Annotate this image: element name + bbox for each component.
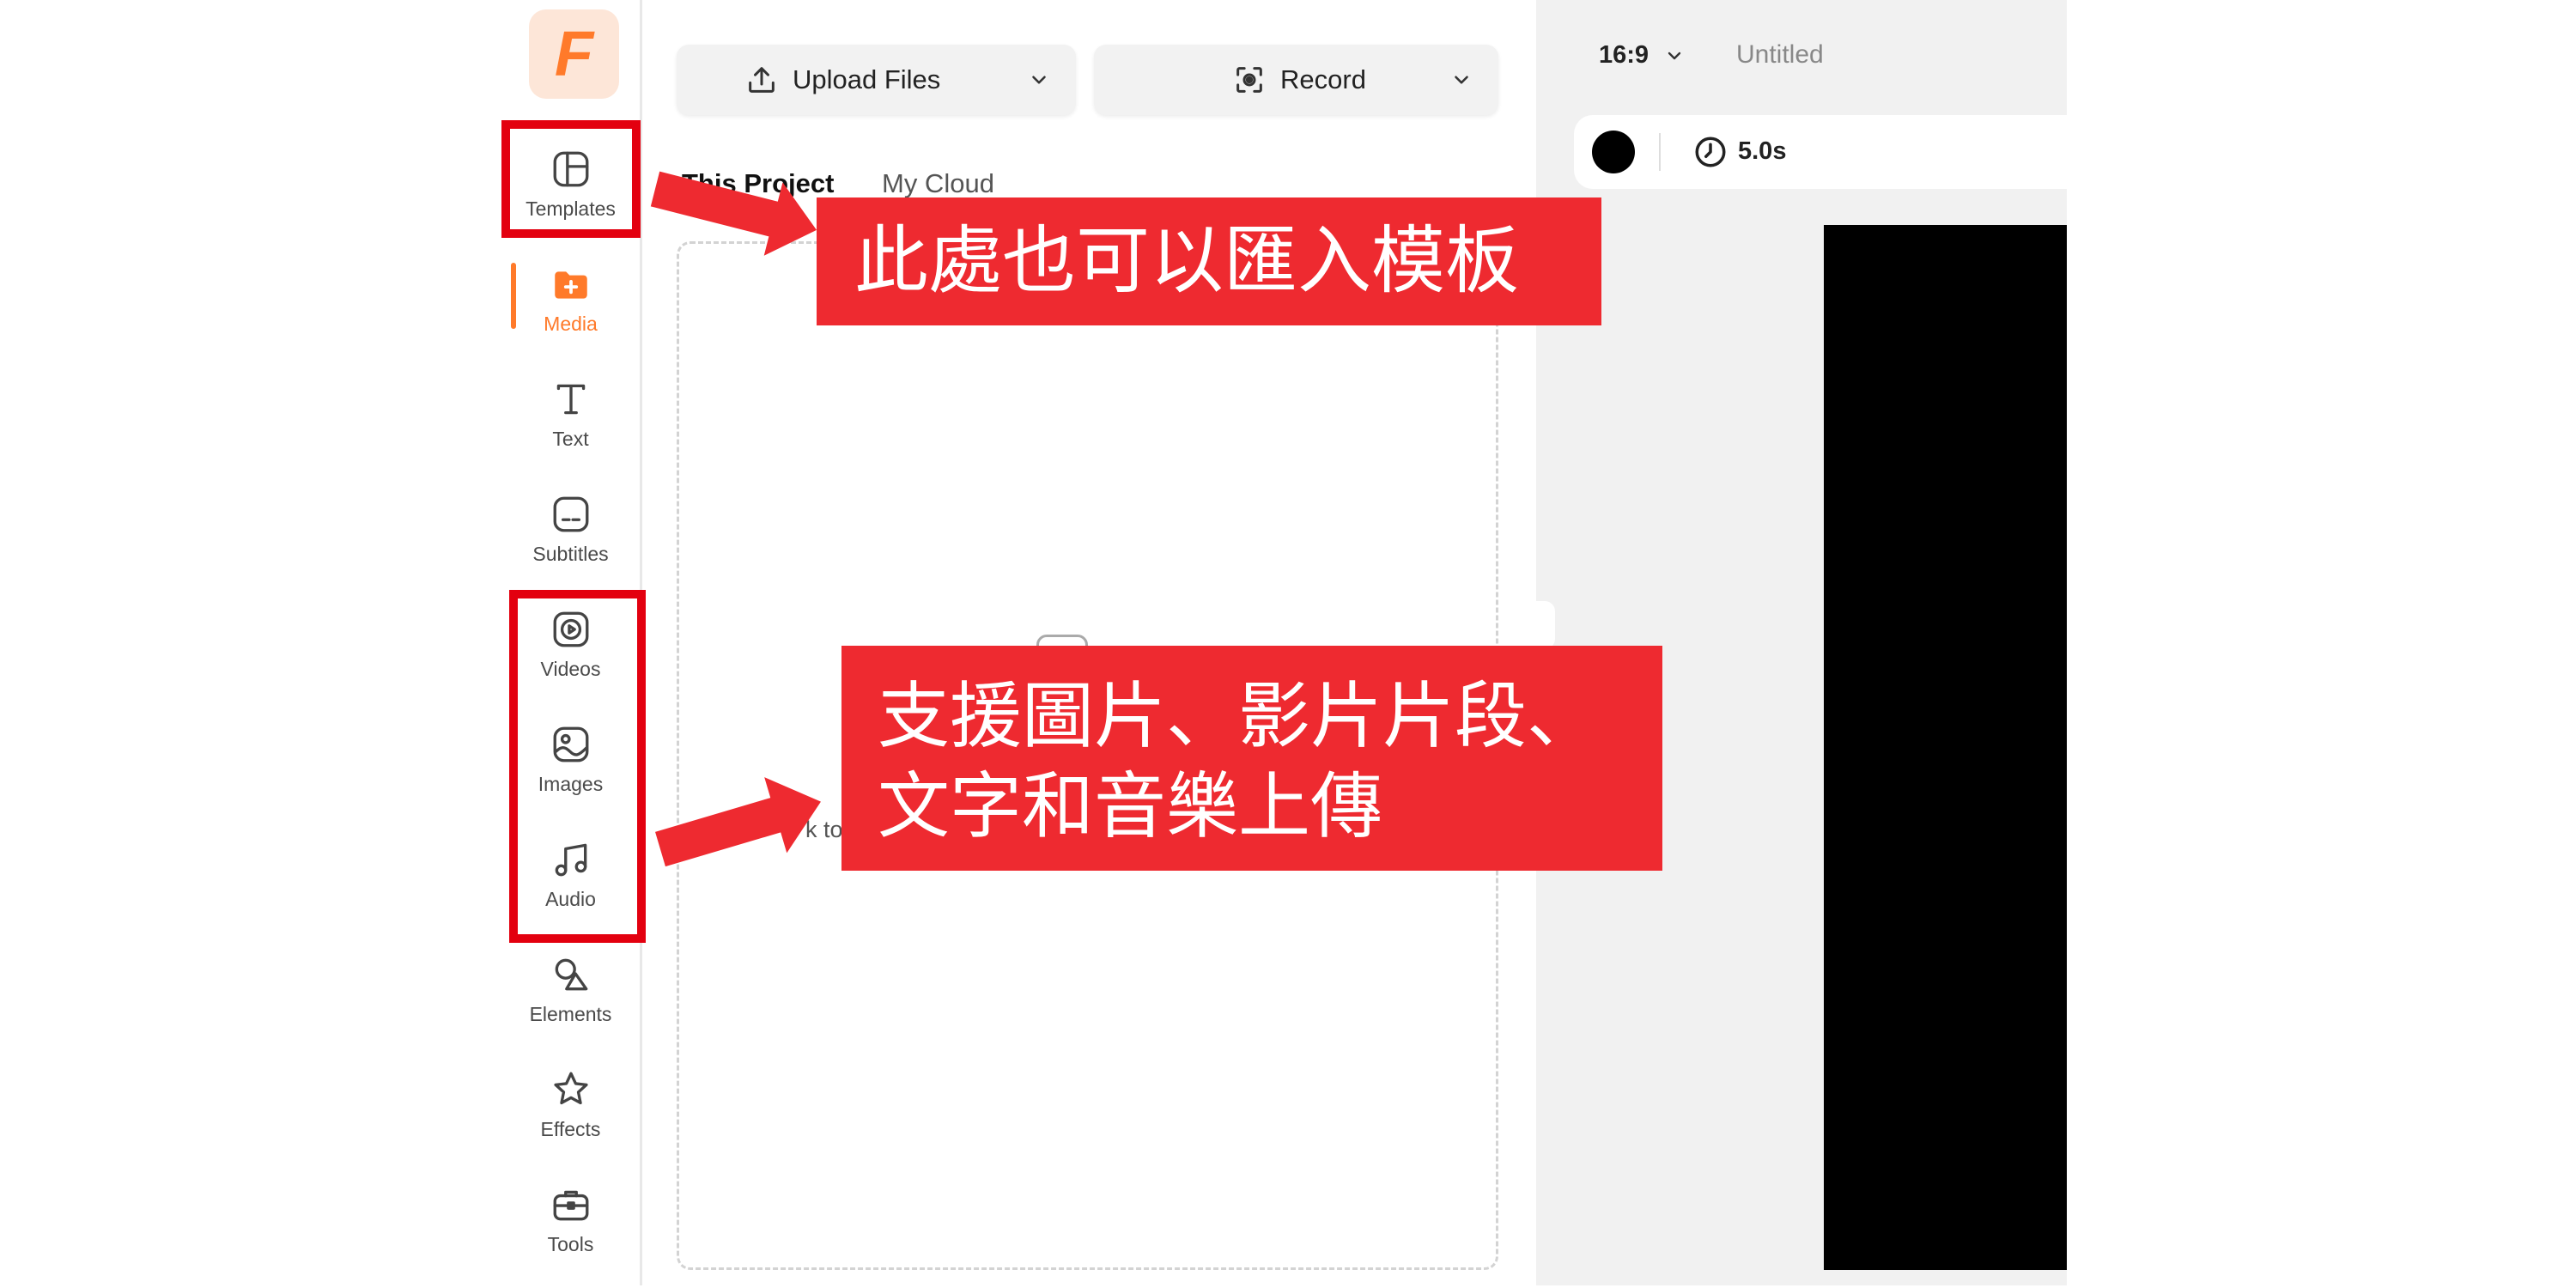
elements-icon xyxy=(555,958,587,991)
annotation-line: 文字和音樂上傳 xyxy=(878,764,1383,848)
project-title[interactable]: Untitled xyxy=(1736,40,1824,70)
media-folder-icon xyxy=(554,271,587,299)
upload-files-button[interactable]: Upload Files xyxy=(677,45,1076,115)
sidebar-item-subtitles[interactable]: Subtitles xyxy=(501,483,640,598)
panel-collapse-handle[interactable] xyxy=(1536,601,1555,649)
sidebar-item-tools[interactable]: Tools xyxy=(501,1173,640,1288)
annotation-line: 支援圖片、影片片段、 xyxy=(878,674,1600,758)
scene-toolbar: 5.0s xyxy=(1574,115,2067,189)
clock-icon xyxy=(1695,137,1726,167)
annotation-label-uploads: 支援圖片、影片片段、 文字和音樂上傳 xyxy=(841,646,1662,871)
chevron-down-icon[interactable] xyxy=(1664,46,1685,66)
tab-my-cloud[interactable]: My Cloud xyxy=(882,168,994,199)
logo-letter: F xyxy=(554,18,594,89)
subtitles-icon xyxy=(553,496,588,532)
sidebar-item-effects[interactable]: Effects xyxy=(501,1058,640,1173)
highlight-box-media-types xyxy=(509,590,646,943)
chevron-down-icon[interactable] xyxy=(1028,69,1050,91)
aspect-ratio-selector[interactable]: 16:9 xyxy=(1599,41,1649,70)
record-button[interactable]: Record xyxy=(1094,45,1498,115)
tab-this-project[interactable]: This Project xyxy=(682,168,834,199)
sidebar-item-elements[interactable]: Elements xyxy=(501,943,640,1058)
scene-duration[interactable]: 5.0s xyxy=(1738,137,1786,166)
chevron-down-icon[interactable] xyxy=(1450,69,1473,91)
sidebar-item-text[interactable]: Text xyxy=(501,368,640,483)
highlight-box-templates xyxy=(501,120,641,238)
video-canvas[interactable] xyxy=(1824,225,2067,1270)
tools-icon xyxy=(553,1190,588,1221)
sidebar-item-label: Text xyxy=(552,428,589,450)
upload-icon xyxy=(749,67,775,93)
sidebar-item-label: Subtitles xyxy=(532,543,609,565)
sidebar-item-label: Tools xyxy=(547,1233,594,1255)
sidebar-item-label: Effects xyxy=(540,1118,601,1140)
record-label: Record xyxy=(1280,64,1366,94)
drop-zone-hint: k to xyxy=(805,817,843,842)
media-panel: Upload Files Record This Project My Clou… xyxy=(642,0,1536,1285)
text-icon xyxy=(556,384,585,415)
effects-icon xyxy=(553,1072,588,1105)
sidebar-item-label: Elements xyxy=(529,1003,612,1025)
toolbar-divider xyxy=(1659,133,1661,171)
app-logo[interactable]: F xyxy=(529,9,619,99)
sidebar-item-label: Media xyxy=(544,313,598,335)
screen-record-icon xyxy=(1236,67,1262,93)
sidebar-item-media[interactable]: Media xyxy=(501,252,640,368)
background-color-swatch[interactable] xyxy=(1592,131,1635,173)
editor-area: 16:9 Untitled 5.0s xyxy=(1536,0,2067,1285)
upload-files-label: Upload Files xyxy=(793,64,941,94)
annotation-label-templates: 此處也可以匯入模板 xyxy=(817,197,1601,325)
active-indicator xyxy=(511,263,516,329)
